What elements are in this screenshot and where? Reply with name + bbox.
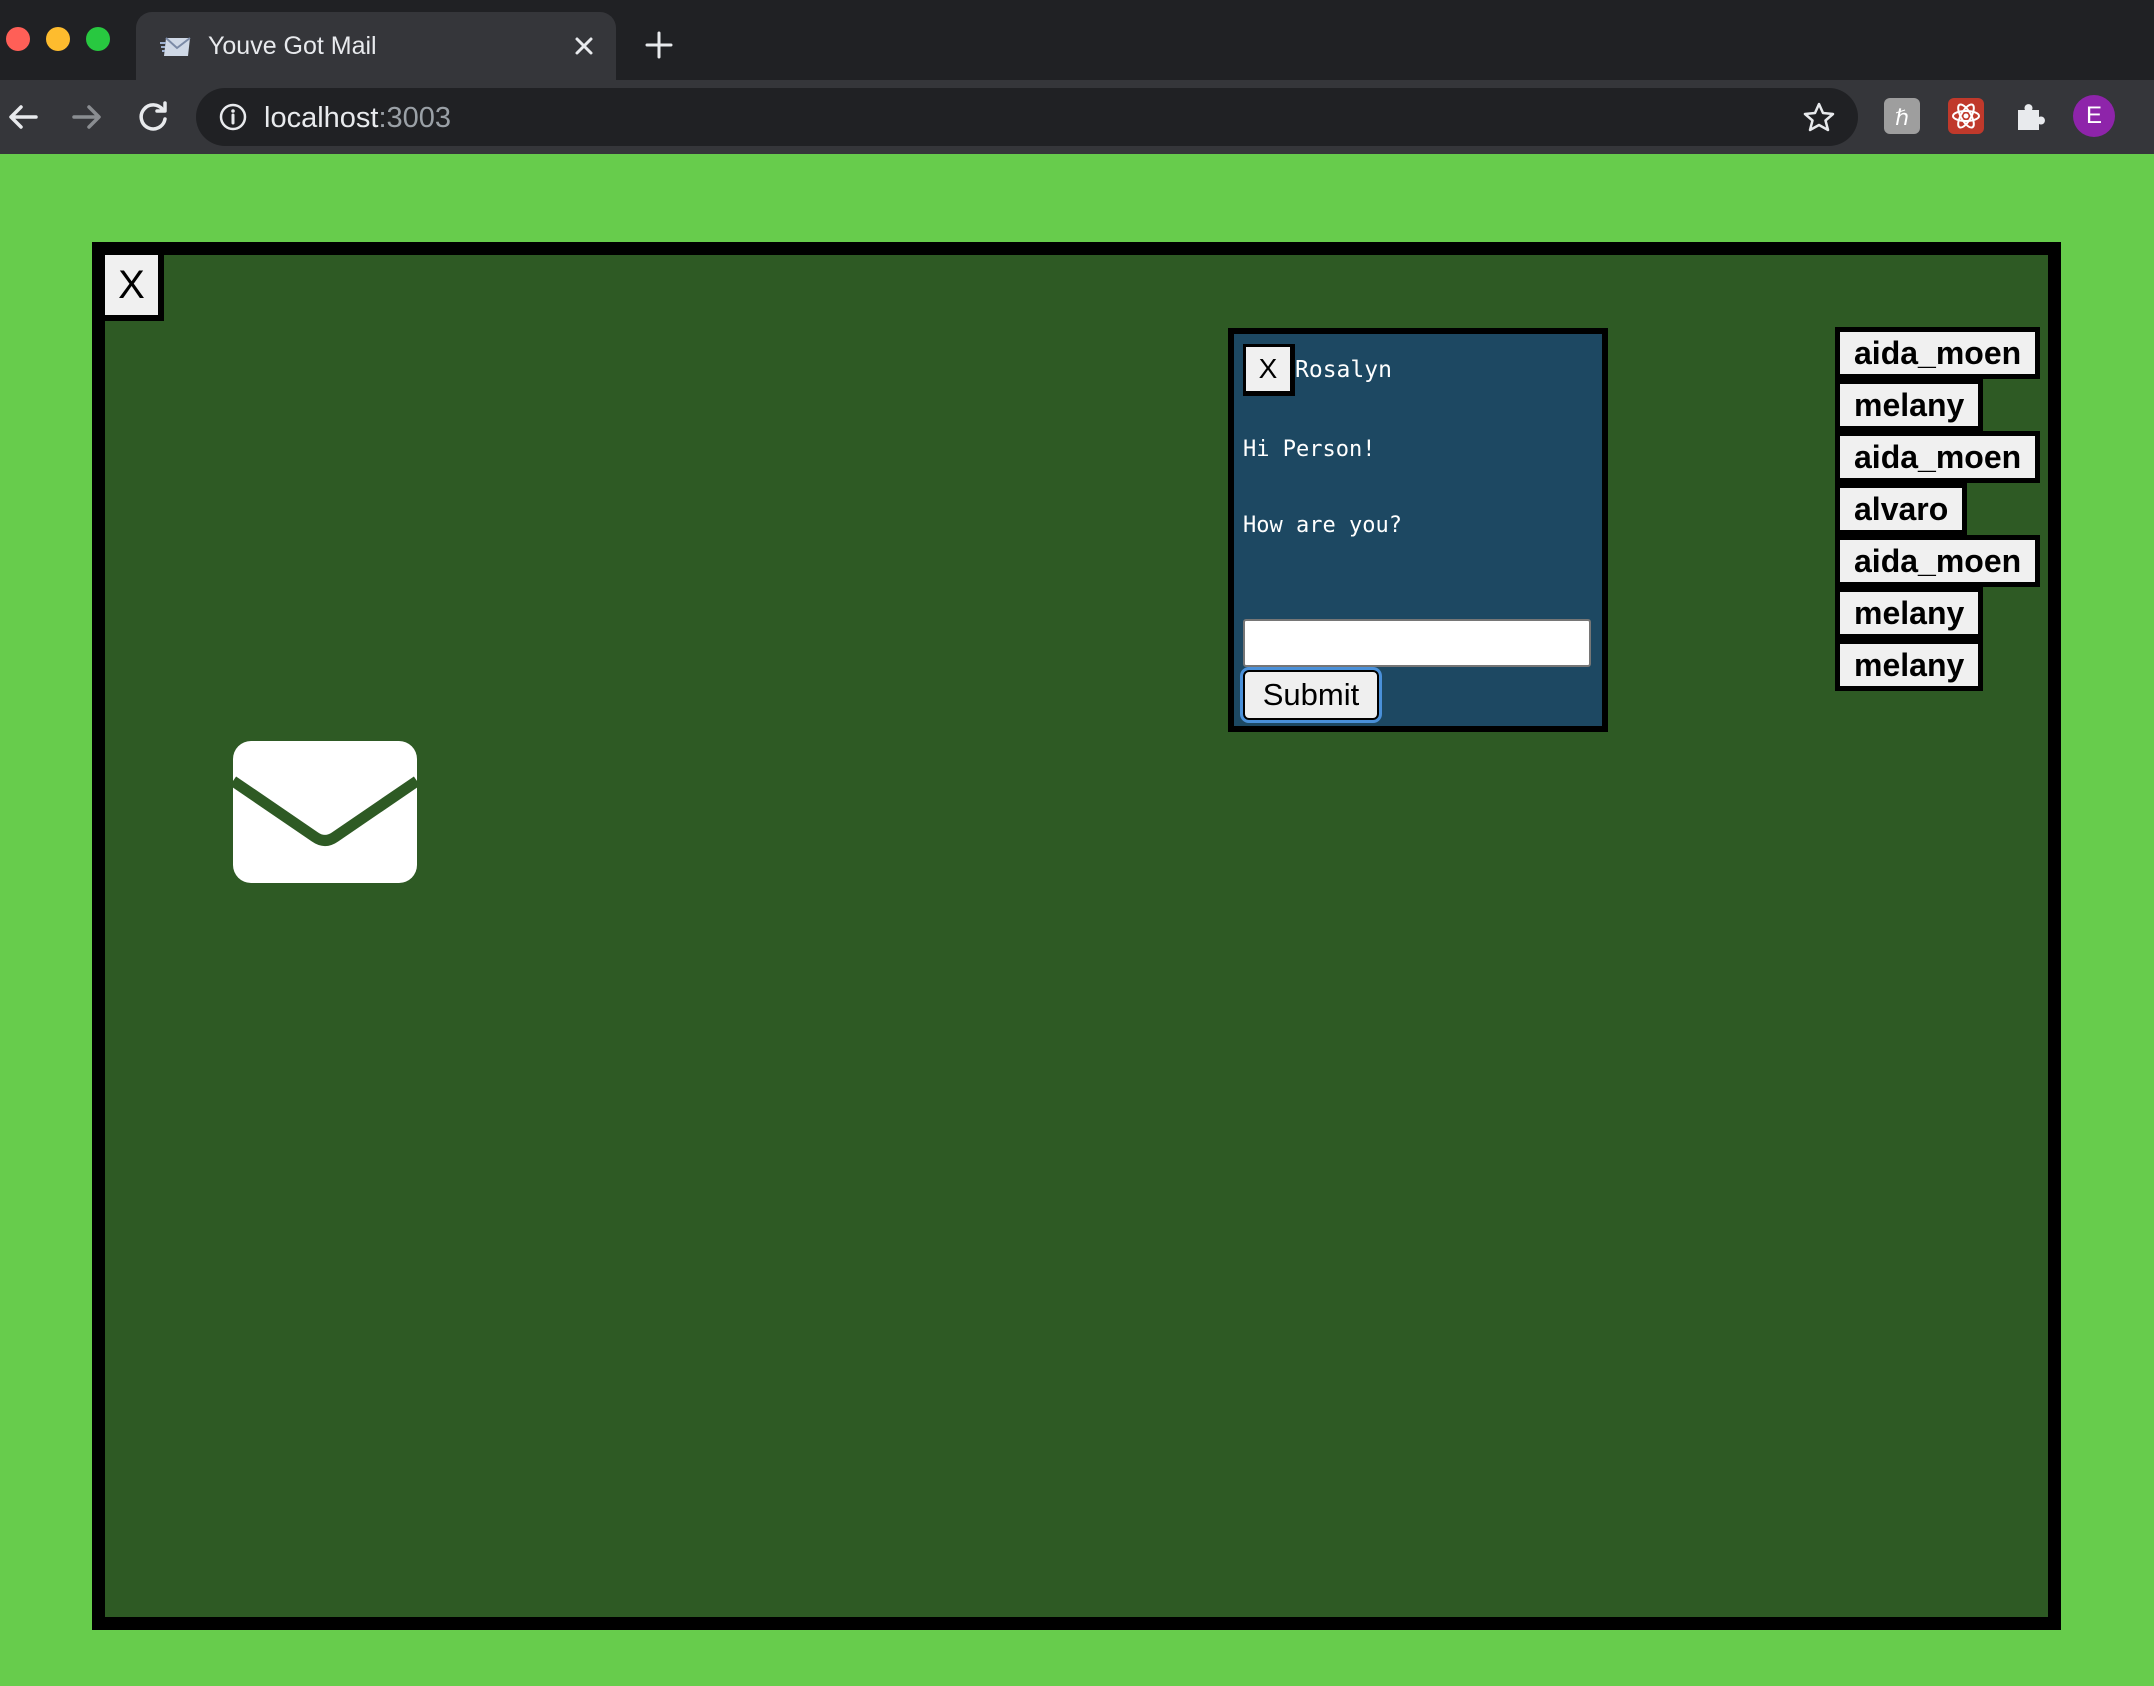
tab-close-icon[interactable] (568, 30, 600, 62)
tab-title: Youve Got Mail (208, 32, 377, 60)
svg-text:ℏ: ℏ (1895, 106, 1909, 131)
bookmark-star-icon[interactable] (1802, 100, 1836, 134)
browser-tab-bar: Youve Got Mail (0, 0, 2154, 80)
user-list-item[interactable]: aida_moen (1835, 431, 2041, 483)
chat-message: Hi Person! (1243, 437, 1376, 462)
chat-close-button[interactable]: X (1243, 344, 1295, 396)
app-window: X X Rosalyn Hi Person! How are you? Subm… (92, 242, 2061, 1630)
envelope-favicon-icon (160, 37, 191, 56)
user-list-item[interactable]: aida_moen (1835, 327, 2041, 379)
address-bar[interactable]: localhost:3003 (196, 88, 1858, 146)
forward-icon[interactable] (68, 98, 106, 136)
chat-window: X Rosalyn Hi Person! How are you? Submit (1228, 328, 1608, 732)
user-list-item[interactable]: melany (1835, 639, 1984, 691)
chat-submit-button[interactable]: Submit (1240, 667, 1382, 723)
chat-recipient-name: Rosalyn (1295, 357, 1392, 383)
browser-tab[interactable]: Youve Got Mail (136, 12, 616, 80)
user-list: aida_moen melany aida_moen alvaro aida_m… (1835, 327, 2041, 691)
info-icon[interactable] (218, 102, 248, 132)
back-icon[interactable] (4, 98, 42, 136)
chat-message: How are you? (1243, 513, 1402, 538)
user-list-item[interactable]: melany (1835, 379, 1984, 431)
user-list-item[interactable]: alvaro (1835, 483, 1968, 535)
user-list-item[interactable]: melany (1835, 587, 1984, 639)
window-minimize-button[interactable] (46, 27, 70, 51)
browser-toolbar: localhost:3003 ℏ E (0, 80, 2154, 154)
chat-message-input[interactable] (1243, 619, 1591, 667)
extension-react-icon[interactable] (1948, 98, 1984, 134)
user-list-item[interactable]: aida_moen (1835, 535, 2041, 587)
window-close-button[interactable]: X (105, 255, 164, 321)
puzzle-icon[interactable] (2012, 98, 2048, 134)
window-close-button[interactable] (6, 27, 30, 51)
url-text: localhost:3003 (264, 102, 452, 134)
window-zoom-button[interactable] (86, 27, 110, 51)
profile-avatar[interactable]: E (2073, 95, 2115, 137)
reload-icon[interactable] (134, 98, 172, 136)
mail-icon[interactable] (233, 741, 417, 883)
new-tab-icon[interactable] (642, 28, 676, 62)
extension-h-icon[interactable]: ℏ (1884, 98, 1920, 134)
